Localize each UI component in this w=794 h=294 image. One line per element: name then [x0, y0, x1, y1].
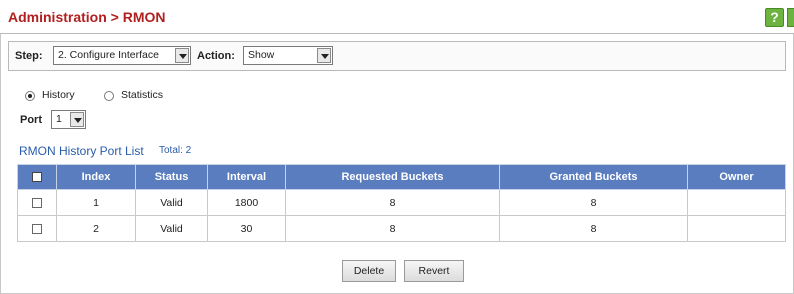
action-select[interactable]: Show: [243, 46, 333, 65]
column-header[interactable]: Owner: [687, 164, 786, 190]
statistics-radio-label: Statistics: [121, 89, 164, 101]
action-label: Action:: [197, 50, 235, 62]
rmon-history-table: Index Status Interval Requested Buckets …: [17, 164, 786, 242]
column-header[interactable]: Requested Buckets: [285, 164, 500, 190]
status-cell: Valid: [135, 215, 208, 242]
history-radio[interactable]: [25, 91, 35, 101]
status-cell: Valid: [135, 189, 208, 216]
requested-buckets-cell: 8: [285, 215, 500, 242]
title-bar: Administration > RMON ?: [0, 0, 794, 34]
table-header-row: Index Status Interval Requested Buckets …: [17, 164, 786, 190]
history-radio-label: History: [42, 89, 75, 101]
index-cell: 1: [56, 189, 136, 216]
table-row: 1 Valid 1800 8 8: [17, 189, 786, 216]
select-all-checkbox[interactable]: [32, 172, 42, 183]
port-select-value: 1: [56, 113, 62, 125]
interval-cell: 30: [207, 215, 286, 242]
granted-buckets-cell: 8: [499, 189, 688, 216]
index-cell: 2: [56, 215, 136, 242]
chevron-down-icon: [317, 48, 331, 63]
port-label: Port: [20, 114, 42, 126]
owner-cell: [687, 189, 786, 216]
action-select-value: Show: [248, 49, 275, 61]
page-title: Administration > RMON: [8, 9, 166, 25]
delete-button[interactable]: Delete: [342, 260, 396, 282]
list-title: RMON History Port List: [19, 144, 144, 158]
row-checkbox[interactable]: [32, 197, 42, 208]
granted-buckets-cell: 8: [499, 215, 688, 242]
help-button-edge: [787, 8, 794, 27]
chevron-down-icon: [70, 112, 84, 127]
column-header[interactable]: Status: [135, 164, 208, 190]
select-all-cell: [17, 164, 57, 190]
table-row: 2 Valid 30 8 8: [17, 215, 786, 242]
step-select[interactable]: 2. Configure Interface: [53, 46, 191, 65]
port-select[interactable]: 1: [51, 110, 86, 129]
chevron-down-icon: [175, 48, 189, 63]
step-bar: Step: 2. Configure Interface Action: Sho…: [8, 41, 786, 71]
statistics-radio[interactable]: [104, 91, 114, 101]
owner-cell: [687, 215, 786, 242]
requested-buckets-cell: 8: [285, 189, 500, 216]
column-header[interactable]: Index: [56, 164, 136, 190]
revert-button[interactable]: Revert: [404, 260, 464, 282]
step-label: Step:: [15, 50, 43, 62]
column-header[interactable]: Interval: [207, 164, 286, 190]
column-header[interactable]: Granted Buckets: [499, 164, 688, 190]
row-select-cell: [17, 189, 57, 216]
help-button[interactable]: ?: [765, 8, 784, 27]
list-total: Total: 2: [159, 145, 192, 156]
row-checkbox[interactable]: [32, 223, 42, 234]
step-select-value: 2. Configure Interface: [58, 49, 159, 61]
row-select-cell: [17, 215, 57, 242]
interval-cell: 1800: [207, 189, 286, 216]
